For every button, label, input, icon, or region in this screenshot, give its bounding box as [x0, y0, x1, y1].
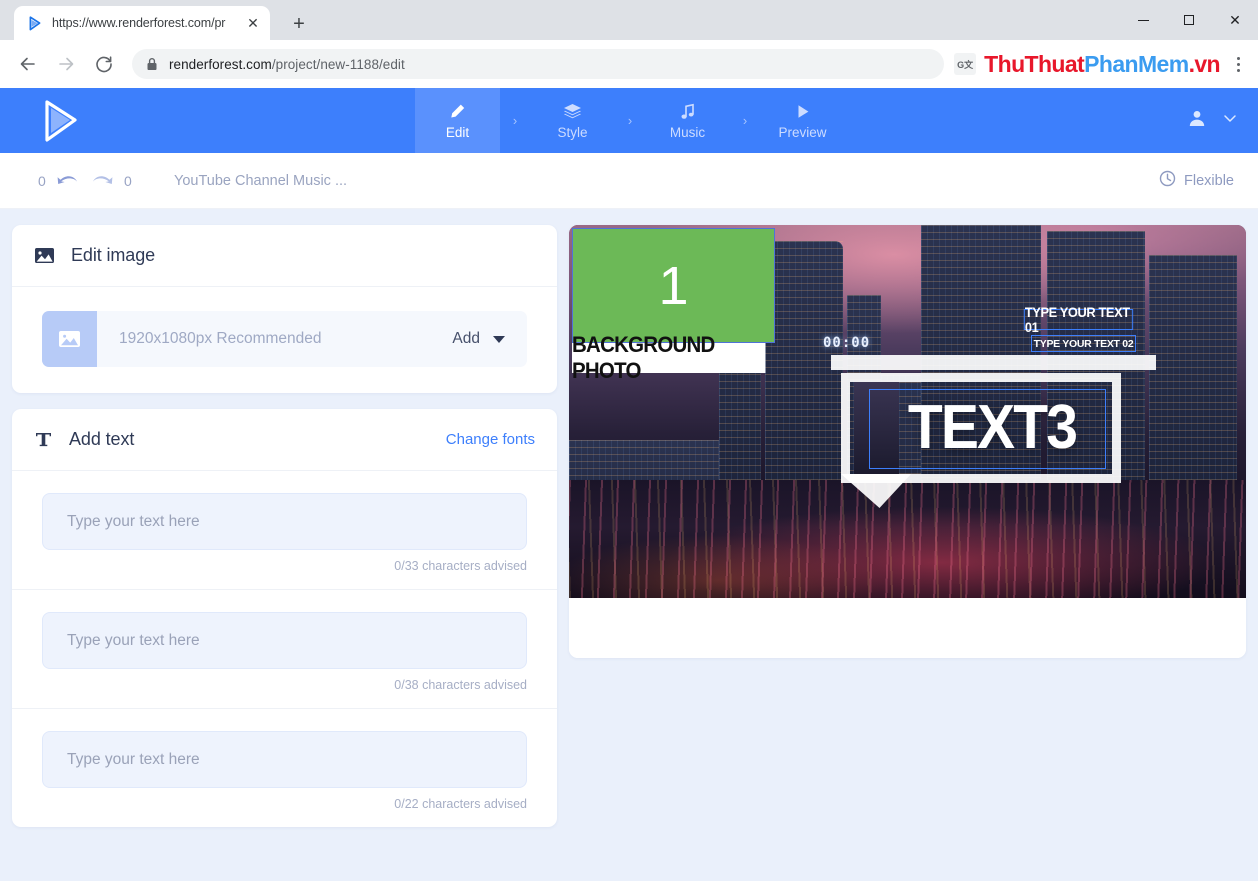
change-fonts-link[interactable]: Change fonts: [446, 431, 535, 448]
user-icon[interactable]: [1188, 109, 1206, 132]
reload-icon[interactable]: [86, 46, 122, 82]
watermark-part-3: .vn: [1188, 50, 1221, 77]
text-field-block: Type your text here 0/22 characters advi…: [12, 708, 557, 827]
undo-icon[interactable]: [56, 171, 80, 191]
edit-image-header: Edit image: [12, 225, 557, 287]
pencil-icon: [449, 102, 466, 120]
preview-panel: 1 BACKGROUND PHOTO 00:00 TYPE YOUR TEXT …: [569, 225, 1246, 827]
text-input-1[interactable]: Type your text here: [42, 493, 527, 550]
overlay-text-01[interactable]: TYPE YOUR TEXT 01: [1023, 305, 1134, 335]
tab-music-label: Music: [669, 124, 706, 140]
tab-style[interactable]: Style: [530, 88, 615, 153]
new-tab-button[interactable]: +: [285, 10, 313, 38]
preview-card: 1 BACKGROUND PHOTO 00:00 TYPE YOUR TEXT …: [569, 225, 1246, 658]
layers-icon: [563, 102, 582, 120]
watermark-part-2: PhanMem: [1084, 50, 1189, 77]
redo-icon[interactable]: [90, 171, 114, 191]
edit-image-body: 1920x1080px Recommended Add: [12, 287, 557, 393]
image-icon: [34, 246, 55, 265]
lock-icon: [146, 57, 158, 71]
add-text-header: Add text Change fonts: [12, 409, 557, 471]
tab-title: https://www.renderforest.com/pr: [52, 16, 226, 30]
tab-strip: https://www.renderforest.com/pr ✕ + ✕: [0, 0, 1258, 40]
city-street: [569, 480, 1246, 598]
project-toolbar: 0 0 YouTube Channel Music ... Flexible: [0, 153, 1258, 209]
text-field-block: Type your text here 0/33 characters advi…: [12, 471, 557, 589]
editor-panel: Edit image 1920x1080px Recommended Add A…: [12, 225, 557, 827]
window-controls: ✕: [1120, 0, 1258, 40]
overlay-text-03[interactable]: TEXT3: [882, 377, 1103, 477]
renderforest-logo[interactable]: [0, 88, 120, 153]
step-separator: ›: [742, 113, 748, 128]
translate-icon[interactable]: G文: [954, 53, 977, 75]
forward-icon: [48, 46, 84, 82]
step-separator: ›: [627, 113, 633, 128]
video-preview-stage[interactable]: 1 BACKGROUND PHOTO 00:00 TYPE YOUR TEXT …: [569, 225, 1246, 598]
add-text-card: Add text Change fonts Type your text her…: [12, 409, 557, 827]
play-icon: [795, 102, 811, 120]
browser-window: https://www.renderforest.com/pr ✕ + ✕ re…: [0, 0, 1258, 881]
clock-icon: [1159, 170, 1176, 191]
image-placeholder-slot[interactable]: 1: [572, 228, 775, 343]
text-input-2[interactable]: Type your text here: [42, 612, 527, 669]
duration-mode-label: Flexible: [1184, 172, 1234, 189]
chevron-down-icon[interactable]: [1222, 110, 1238, 131]
url-input[interactable]: renderforest.com/project/new-1188/edit: [132, 49, 945, 79]
app-header: Edit › Style › Music › Preview: [0, 88, 1258, 153]
tab-edit-label: Edit: [445, 124, 470, 140]
account-area: [1188, 88, 1238, 153]
main-content: Edit image 1920x1080px Recommended Add A…: [0, 209, 1258, 827]
overlay-text-02[interactable]: TYPE YOUR TEXT 02: [1031, 335, 1136, 352]
image-recommendation-label: 1920x1080px Recommended: [119, 330, 322, 347]
kebab-menu-icon[interactable]: [1228, 56, 1248, 72]
text-input-3[interactable]: Type your text here: [42, 731, 527, 788]
char-counter-2: 0/38 characters advised: [394, 678, 527, 692]
duration-mode[interactable]: Flexible: [1159, 170, 1234, 191]
history-controls: 0 0: [38, 171, 132, 191]
play-triangle-icon: [26, 15, 43, 32]
maximize-button[interactable]: [1166, 0, 1212, 40]
char-counter-3: 0/22 characters advised: [394, 797, 527, 811]
char-counter-1: 0/33 characters advised: [394, 559, 527, 573]
edit-image-card: Edit image 1920x1080px Recommended Add: [12, 225, 557, 393]
address-bar-row: renderforest.com/project/new-1188/edit G…: [0, 40, 1258, 88]
white-bar-decoration: [831, 355, 1156, 370]
text-field-block: Type your text here 0/38 characters advi…: [12, 589, 557, 708]
redo-count: 0: [124, 172, 132, 189]
edit-image-title: Edit image: [71, 245, 156, 265]
tab-music[interactable]: Music: [645, 88, 730, 153]
preview-footer: [569, 598, 1246, 658]
tab-preview-label: Preview: [778, 124, 827, 140]
browser-tab[interactable]: https://www.renderforest.com/pr ✕: [14, 6, 270, 40]
tab-preview[interactable]: Preview: [760, 88, 845, 153]
back-icon[interactable]: [10, 46, 46, 82]
tab-style-label: Style: [557, 124, 588, 140]
close-icon[interactable]: ✕: [244, 14, 262, 32]
window-close-button[interactable]: ✕: [1212, 0, 1258, 40]
background-photo-label: BACKGROUND PHOTO: [572, 332, 766, 383]
image-placeholder-icon: [42, 311, 97, 367]
undo-count: 0: [38, 172, 46, 189]
caret-down-icon[interactable]: [493, 335, 505, 343]
add-image-button[interactable]: Add: [452, 330, 527, 348]
step-separator: ›: [512, 113, 518, 128]
add-text-title: Add text: [69, 429, 135, 449]
placeholder-number: 1: [658, 255, 689, 316]
tab-edit[interactable]: Edit: [415, 88, 500, 153]
watermark-part-1: ThuThuat: [984, 50, 1085, 77]
timer-display: 00:00: [823, 335, 871, 351]
url-domain: renderforest.com: [169, 56, 272, 72]
site-watermark: ThuThuatPhanMem.vn: [984, 50, 1221, 77]
text-t-icon: [34, 430, 53, 449]
renderforest-app: Edit › Style › Music › Preview 0 0 YouTu…: [0, 88, 1258, 881]
media-upload-row[interactable]: 1920x1080px Recommended Add: [42, 311, 527, 367]
add-image-label: Add: [452, 330, 480, 347]
minimize-button[interactable]: [1120, 0, 1166, 40]
omnibox-actions: G文 ThuThuatPhanMem.vn: [950, 50, 1248, 77]
url-path: /project/new-1188/edit: [271, 56, 405, 72]
project-title[interactable]: YouTube Channel Music ...: [174, 173, 347, 189]
step-nav: Edit › Style › Music › Preview: [415, 88, 845, 153]
music-note-icon: [680, 102, 696, 120]
